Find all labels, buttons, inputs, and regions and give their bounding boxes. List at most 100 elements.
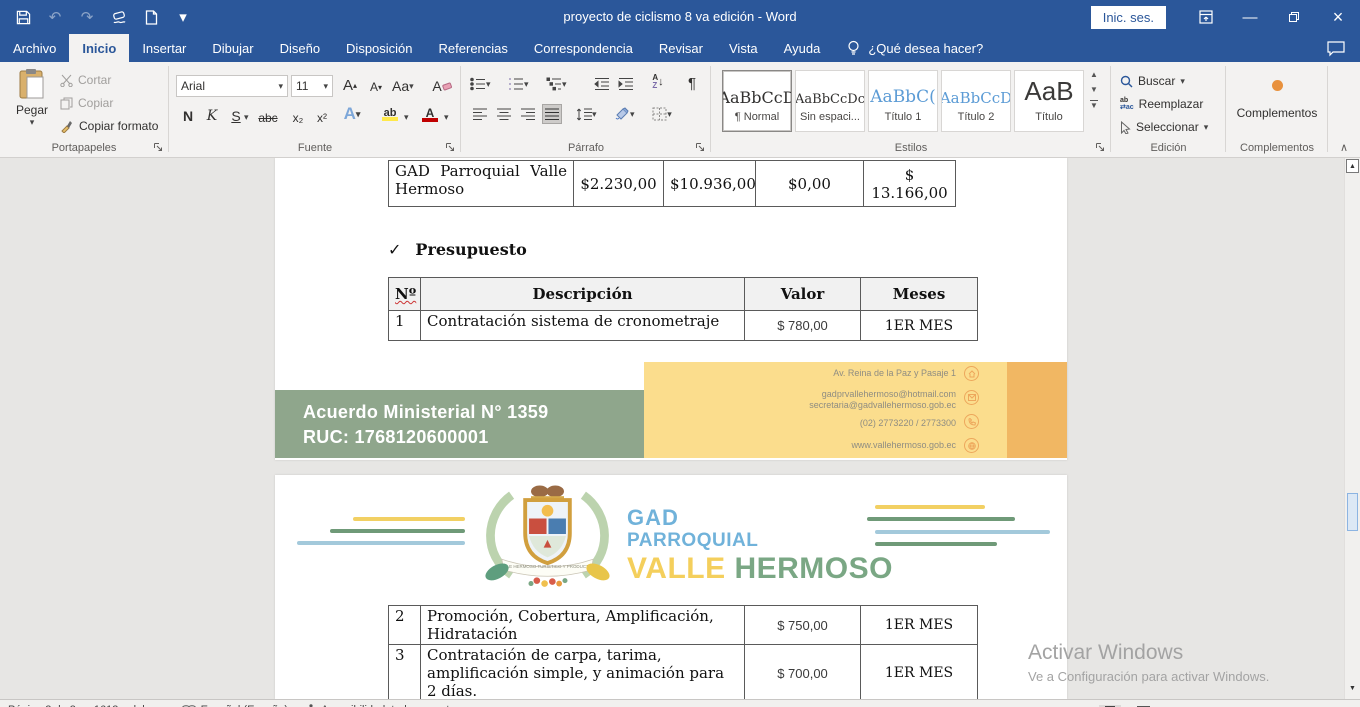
styles-more-icon[interactable]: ▼: [1090, 100, 1098, 110]
italic-button[interactable]: K: [202, 106, 222, 126]
paste-dropdown-arrow[interactable]: ▾: [10, 117, 54, 128]
tab-referencias[interactable]: Referencias: [426, 34, 521, 62]
numbered-list-button[interactable]: ▾: [508, 74, 529, 94]
tab-diseno[interactable]: Diseño: [267, 34, 333, 62]
valor-cell[interactable]: $ 700,00: [745, 645, 861, 700]
clear-formatting-button[interactable]: A: [432, 76, 452, 96]
col-header-valor[interactable]: Valor: [745, 278, 861, 311]
paste-button[interactable]: Pegar ▾: [10, 68, 54, 128]
description-cell[interactable]: Contratación de carpa, tarima, amplifica…: [421, 645, 745, 700]
description-cell[interactable]: Promoción, Cobertura, Amplificación, Hid…: [421, 606, 745, 645]
tab-dibujar[interactable]: Dibujar: [199, 34, 266, 62]
eraser-icon[interactable]: [110, 8, 128, 26]
tab-revisar[interactable]: Revisar: [646, 34, 716, 62]
replace-button[interactable]: ab⇄ac Reemplazar: [1120, 97, 1203, 111]
align-center-button[interactable]: [494, 104, 514, 124]
tab-disposicion[interactable]: Disposición: [333, 34, 425, 62]
style-titulo-2[interactable]: AaBbCcD Título 2: [941, 70, 1011, 132]
meses-cell[interactable]: 1ER MES: [861, 311, 978, 341]
grow-font-button[interactable]: A▴: [340, 75, 360, 95]
decrease-indent-button[interactable]: [592, 74, 612, 94]
document-page-1[interactable]: GAD Parroquial Valle Hermoso $2.230,00 $…: [275, 158, 1067, 460]
tab-correspondencia[interactable]: Correspondencia: [521, 34, 646, 62]
summary-value-cell[interactable]: $ 13.166,00: [864, 161, 956, 207]
copy-button[interactable]: Copiar: [60, 96, 113, 110]
strikethrough-button[interactable]: abc: [258, 108, 278, 128]
meses-cell[interactable]: 1ER MES: [861, 606, 978, 645]
align-left-button[interactable]: [470, 104, 490, 124]
font-family-select[interactable]: Arial▾: [176, 75, 288, 97]
show-paragraph-marks-button[interactable]: ¶: [682, 73, 702, 93]
underline-dropdown-arrow[interactable]: ▾: [244, 112, 249, 123]
close-button[interactable]: ×: [1316, 0, 1360, 34]
new-document-icon[interactable]: [142, 8, 160, 26]
save-icon[interactable]: [14, 8, 32, 26]
scrollbar-thumb[interactable]: [1347, 493, 1358, 531]
style-titulo-1[interactable]: AaBbC( Título 1: [868, 70, 938, 132]
highlight-dropdown-arrow[interactable]: ▾: [404, 112, 409, 123]
col-header-meses[interactable]: Meses: [861, 278, 978, 311]
meses-cell[interactable]: 1ER MES: [861, 645, 978, 700]
bullet-list-button[interactable]: ▾: [470, 74, 491, 94]
col-header-no[interactable]: Nº: [389, 278, 421, 311]
tab-insertar[interactable]: Insertar: [129, 34, 199, 62]
select-button[interactable]: Seleccionar▾: [1120, 120, 1208, 134]
document-page-2[interactable]: VALLE HERMOSO TURÍSTICO Y PRODUCTIVO GAD…: [275, 475, 1067, 699]
document-area[interactable]: GAD Parroquial Valle Hermoso $2.230,00 $…: [0, 158, 1344, 699]
summary-value-cell[interactable]: $10.936,00: [664, 161, 756, 207]
vertical-scrollbar[interactable]: ▲ ▼: [1344, 158, 1360, 699]
feedback-icon[interactable]: [1324, 38, 1348, 60]
summary-name-cell[interactable]: GAD Parroquial Valle Hermoso: [389, 161, 574, 207]
collapse-ribbon-icon[interactable]: ∧: [1340, 141, 1348, 154]
customize-quick-access-icon[interactable]: ▾: [174, 8, 192, 26]
paragraph-dialog-launcher[interactable]: [694, 141, 706, 153]
justify-button[interactable]: [542, 104, 562, 124]
row-number-cell[interactable]: 3: [389, 645, 421, 700]
change-case-button[interactable]: Aa▾: [392, 76, 414, 96]
clipboard-dialog-launcher[interactable]: [152, 141, 164, 153]
row-number-cell[interactable]: 1: [389, 311, 421, 341]
cut-button[interactable]: Cortar: [60, 73, 111, 87]
multilevel-list-button[interactable]: ▾: [546, 74, 567, 94]
styles-scroll-up-icon[interactable]: ▲: [1090, 70, 1098, 79]
style-sin-espaciado[interactable]: AaBbCcDc Sin espaci...: [795, 70, 865, 132]
text-effects-button[interactable]: A▾: [342, 104, 362, 124]
style-normal[interactable]: AaBbCcD ¶ Normal: [722, 70, 792, 132]
col-header-descripcion[interactable]: Descripción: [421, 278, 745, 311]
tab-vista[interactable]: Vista: [716, 34, 771, 62]
styles-scroll-down-icon[interactable]: ▼: [1090, 85, 1098, 94]
addins-button[interactable]: Complementos: [1227, 70, 1327, 120]
summary-value-cell[interactable]: $2.230,00: [574, 161, 664, 207]
highlight-button[interactable]: ab: [380, 104, 400, 124]
sort-button[interactable]: AZ↓: [648, 72, 668, 92]
shrink-font-button[interactable]: A▾: [366, 77, 386, 97]
tab-archivo[interactable]: Archivo: [0, 34, 69, 62]
valor-cell[interactable]: $ 750,00: [745, 606, 861, 645]
subscript-button[interactable]: x₂: [288, 108, 308, 128]
find-button[interactable]: Buscar▾: [1120, 74, 1185, 88]
format-painter-button[interactable]: Copiar formato: [60, 119, 158, 133]
borders-button[interactable]: ▾: [652, 104, 672, 124]
line-spacing-button[interactable]: ▾: [576, 104, 597, 124]
align-right-button[interactable]: [518, 104, 538, 124]
budget-heading[interactable]: ✓Presupuesto: [388, 240, 527, 259]
summary-value-cell[interactable]: $0,00: [756, 161, 864, 207]
row-number-cell[interactable]: 2: [389, 606, 421, 645]
tab-inicio[interactable]: Inicio: [69, 34, 129, 62]
font-color-button[interactable]: A: [420, 104, 440, 124]
tell-me-search[interactable]: ¿Qué desea hacer?: [847, 34, 983, 62]
superscript-button[interactable]: x²: [312, 108, 332, 128]
restore-button[interactable]: [1272, 0, 1316, 34]
font-color-dropdown-arrow[interactable]: ▾: [444, 112, 449, 123]
scroll-down-icon[interactable]: ▼: [1346, 681, 1359, 695]
scroll-up-icon[interactable]: ▲: [1346, 159, 1359, 173]
description-cell[interactable]: Contratación sistema de cronometraje: [421, 311, 745, 341]
bold-button[interactable]: N: [178, 106, 198, 126]
style-titulo[interactable]: AaB Título: [1014, 70, 1084, 132]
increase-indent-button[interactable]: [616, 74, 636, 94]
styles-dialog-launcher[interactable]: [1094, 141, 1106, 153]
font-size-select[interactable]: 11▾: [291, 75, 333, 97]
ribbon-display-options-button[interactable]: [1184, 0, 1228, 34]
minimize-button[interactable]: —: [1228, 0, 1272, 34]
sign-in-button[interactable]: Inic. ses.: [1091, 6, 1166, 29]
